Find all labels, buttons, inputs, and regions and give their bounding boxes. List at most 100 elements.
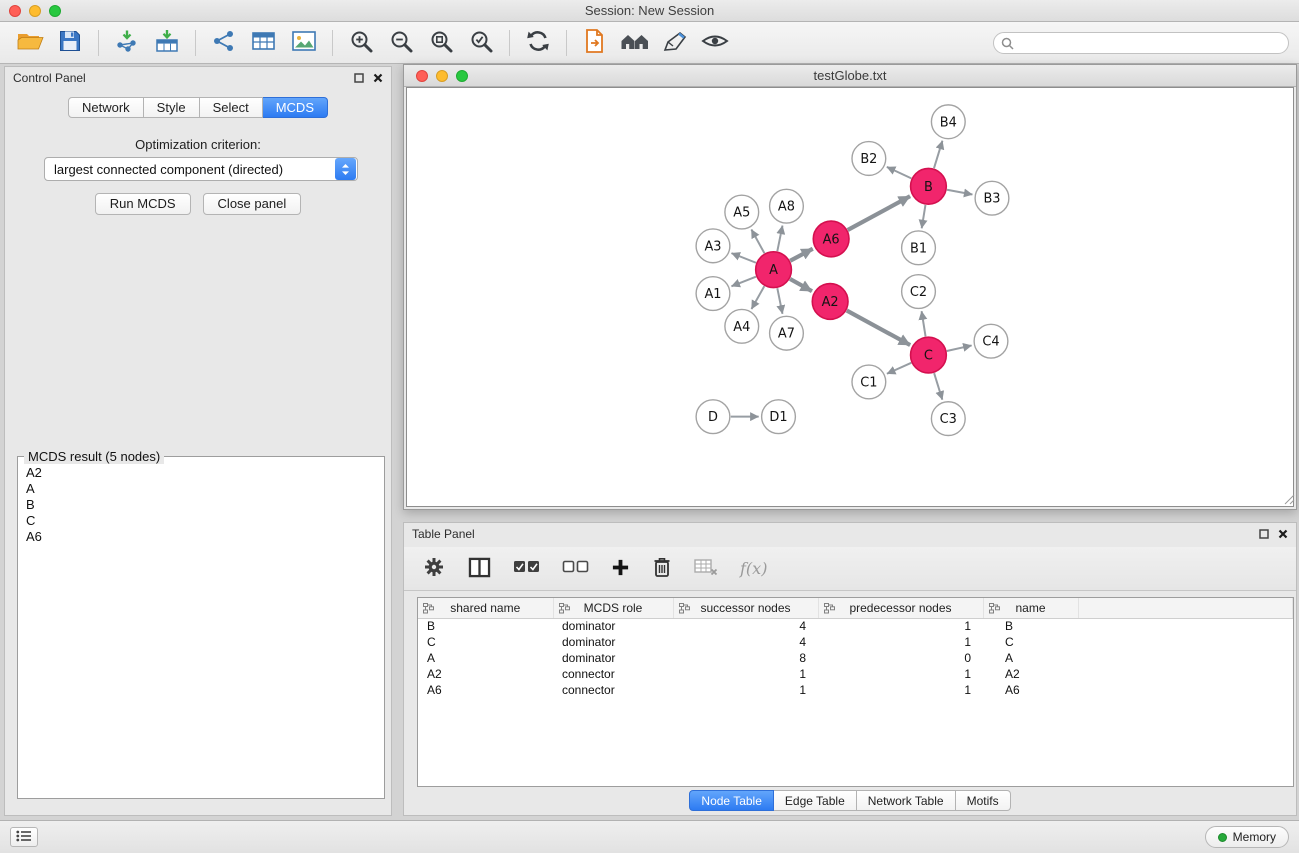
graph-node-A3[interactable]: A3: [696, 229, 730, 263]
minimize-network-window-button[interactable]: [436, 70, 448, 82]
column-header-name[interactable]: name: [983, 598, 1078, 618]
table-row[interactable]: Bdominator41B: [418, 618, 1293, 634]
table-cell[interactable]: dominator: [553, 650, 673, 666]
mcds-result-list[interactable]: A2ABCA6: [18, 457, 384, 798]
table-cell[interactable]: B: [983, 618, 1078, 634]
graph-edge-B-B3[interactable]: [947, 190, 972, 195]
graph-node-C[interactable]: C: [911, 337, 947, 373]
annotation-button[interactable]: [655, 27, 695, 59]
close-mcds-panel-button[interactable]: Close panel: [203, 193, 302, 215]
delete-column-button[interactable]: [652, 556, 672, 581]
table-cell[interactable]: A2: [418, 666, 553, 682]
table-cell[interactable]: dominator: [553, 634, 673, 650]
graph-edge-C-C3[interactable]: [934, 373, 942, 400]
apply-layout-button[interactable]: [518, 27, 558, 59]
table-row[interactable]: A2connector11A2: [418, 666, 1293, 682]
table-row[interactable]: A6connector11A6: [418, 682, 1293, 698]
table-cell[interactable]: A: [418, 650, 553, 666]
graph-node-B[interactable]: B: [911, 168, 947, 204]
graph-edge-A-A5[interactable]: [751, 229, 764, 253]
close-window-button[interactable]: [9, 5, 21, 17]
mcds-result-item[interactable]: A2: [26, 465, 376, 481]
mcds-result-item[interactable]: C: [26, 513, 376, 529]
zoom-in-button[interactable]: [341, 27, 381, 59]
tab-motifs[interactable]: Motifs: [956, 790, 1011, 811]
graph-edge-A6-B[interactable]: [848, 196, 910, 230]
mcds-result-item[interactable]: A: [26, 481, 376, 497]
graph-edge-B-B2[interactable]: [887, 167, 912, 178]
tab-mcds[interactable]: MCDS: [263, 97, 328, 118]
table-cell[interactable]: C: [983, 634, 1078, 650]
graph-node-B2[interactable]: B2: [852, 142, 886, 176]
mcds-result-item[interactable]: B: [26, 497, 376, 513]
graph-edge-C-C4[interactable]: [947, 345, 972, 351]
graph-edge-B-B1[interactable]: [922, 205, 926, 228]
tab-network-table[interactable]: Network Table: [857, 790, 956, 811]
graph-node-A[interactable]: A: [756, 252, 792, 288]
table-cell[interactable]: 4: [673, 634, 818, 650]
table-cell[interactable]: 1: [818, 682, 983, 698]
tab-network[interactable]: Network: [68, 97, 144, 118]
open-session-button[interactable]: [10, 27, 50, 59]
column-header-MCDS-role[interactable]: MCDS role: [553, 598, 673, 618]
tab-node-table[interactable]: Node Table: [689, 790, 774, 811]
column-header-successor-nodes[interactable]: successor nodes: [673, 598, 818, 618]
export-table-button[interactable]: [244, 27, 284, 59]
mcds-result-item[interactable]: A6: [26, 529, 376, 545]
graph-edge-A2-C[interactable]: [847, 311, 910, 346]
minimize-window-button[interactable]: [29, 5, 41, 17]
graph-edge-A-A1[interactable]: [731, 277, 756, 287]
graph-node-D[interactable]: D: [696, 400, 730, 434]
column-header-predecessor-nodes[interactable]: predecessor nodes: [818, 598, 983, 618]
table-cell[interactable]: 1: [818, 634, 983, 650]
graph-node-A6[interactable]: A6: [813, 221, 849, 257]
float-table-panel-button[interactable]: [1259, 529, 1269, 539]
export-network-button[interactable]: [204, 27, 244, 59]
graph-node-C2[interactable]: C2: [902, 275, 936, 309]
table-cell[interactable]: dominator: [553, 618, 673, 634]
graph-node-C4[interactable]: C4: [974, 324, 1008, 358]
import-network-from-file-button[interactable]: [107, 27, 147, 59]
table-cell[interactable]: A6: [418, 682, 553, 698]
graph-edge-A-A6[interactable]: [790, 249, 813, 261]
table-cell[interactable]: connector: [553, 682, 673, 698]
zoom-network-window-button[interactable]: [456, 70, 468, 82]
home-button[interactable]: [615, 27, 655, 59]
deselect-all-columns-button[interactable]: [562, 560, 589, 577]
table-row[interactable]: Adominator80A: [418, 650, 1293, 666]
table-cell[interactable]: A: [983, 650, 1078, 666]
close-network-window-button[interactable]: [416, 70, 428, 82]
network-window-titlebar[interactable]: testGlobe.txt: [404, 65, 1296, 87]
float-panel-button[interactable]: [354, 73, 364, 83]
graph-node-B1[interactable]: B1: [902, 231, 936, 265]
console-button[interactable]: [10, 827, 38, 847]
run-mcds-button[interactable]: Run MCDS: [95, 193, 191, 215]
search-input[interactable]: [993, 32, 1289, 54]
table-cell[interactable]: 1: [673, 682, 818, 698]
table-cell[interactable]: C: [418, 634, 553, 650]
graph-edge-A-A3[interactable]: [731, 253, 756, 263]
toggle-column-view-button[interactable]: [468, 557, 491, 581]
table-cell[interactable]: connector: [553, 666, 673, 682]
network-canvas[interactable]: B4B2BB3A5A8A6A3B1AC2A1A2A4A7C4CC1C3DD1: [406, 87, 1294, 507]
table-cell[interactable]: 8: [673, 650, 818, 666]
zoom-window-button[interactable]: [49, 5, 61, 17]
table-cell[interactable]: B: [418, 618, 553, 634]
table-cell[interactable]: 4: [673, 618, 818, 634]
tab-edge-table[interactable]: Edge Table: [774, 790, 857, 811]
graph-node-A7[interactable]: A7: [770, 316, 804, 350]
create-column-button[interactable]: [611, 558, 630, 580]
export-image-button[interactable]: [284, 27, 324, 59]
export-document-button[interactable]: [575, 27, 615, 59]
table-cell[interactable]: 0: [818, 650, 983, 666]
graph-edge-A-A2[interactable]: [790, 279, 812, 291]
graph-node-D1[interactable]: D1: [762, 400, 796, 434]
table-settings-button[interactable]: [422, 555, 446, 582]
graph-node-C3[interactable]: C3: [931, 402, 965, 436]
graph-node-B3[interactable]: B3: [975, 181, 1009, 215]
table-cell[interactable]: 1: [818, 666, 983, 682]
delete-table-button[interactable]: [694, 558, 718, 579]
graph-node-C1[interactable]: C1: [852, 365, 886, 399]
tab-select[interactable]: Select: [200, 97, 263, 118]
function-builder-button[interactable]: f(x): [740, 559, 767, 578]
